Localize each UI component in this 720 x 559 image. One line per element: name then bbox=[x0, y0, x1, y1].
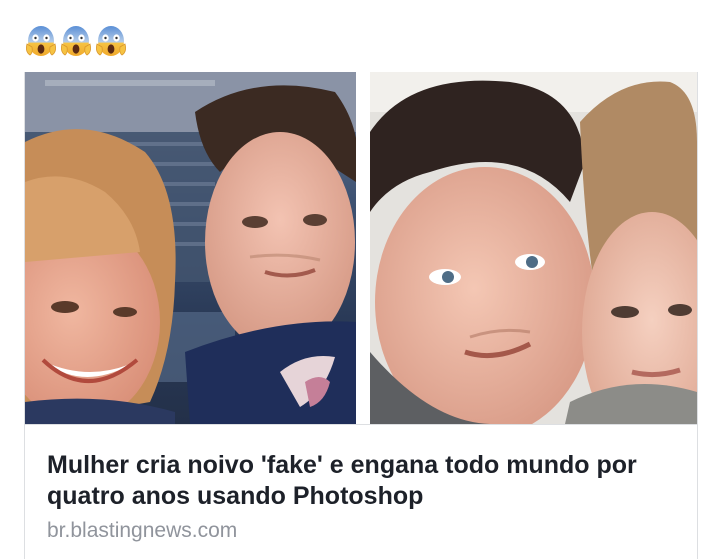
screaming-face-icon bbox=[26, 26, 56, 56]
link-headline[interactable]: Mulher cria noivo 'fake' e engana todo m… bbox=[47, 450, 687, 512]
couple-selfie-image bbox=[370, 72, 697, 424]
link-preview-images[interactable] bbox=[25, 72, 697, 424]
photo-divider bbox=[356, 72, 370, 424]
link-preview-card[interactable]: Mulher cria noivo 'fake' e engana todo m… bbox=[24, 72, 698, 559]
emoji-row bbox=[24, 22, 128, 58]
link-domain: br.blastingnews.com bbox=[47, 519, 238, 542]
couple-photo-image bbox=[25, 72, 356, 424]
link-preview-text[interactable]: Mulher cria noivo 'fake' e engana todo m… bbox=[25, 424, 697, 559]
facebook-post: Mulher cria noivo 'fake' e engana todo m… bbox=[0, 0, 720, 559]
screaming-face-icon bbox=[96, 26, 126, 56]
photo-right[interactable] bbox=[370, 72, 697, 424]
screaming-face-icon bbox=[61, 26, 91, 56]
photo-left[interactable] bbox=[25, 72, 356, 424]
